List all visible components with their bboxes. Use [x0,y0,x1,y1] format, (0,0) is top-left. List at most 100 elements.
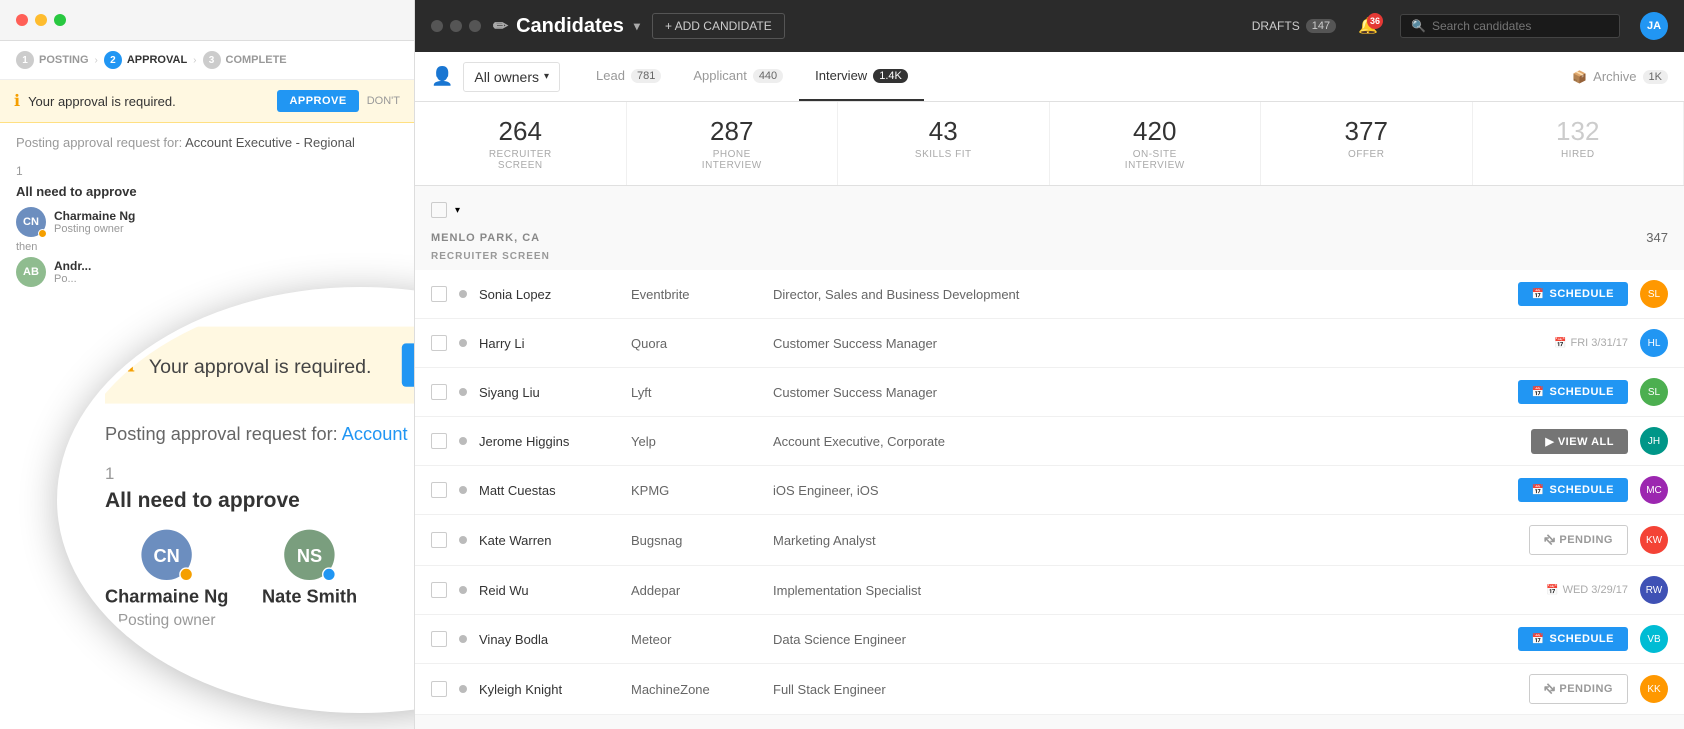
owner-name-cn: Charmaine Ng [54,209,135,223]
candidate-checkbox[interactable] [431,482,447,498]
tab-applicant[interactable]: Applicant 440 [677,52,799,101]
view-all-button[interactable]: ▶ VIEW ALL [1531,429,1628,454]
candidate-status-dot [459,685,467,693]
candidate-avatar: KW [1640,526,1668,554]
schedule-button[interactable]: 📅 SCHEDULE [1518,282,1628,306]
tab-applicant-count: 440 [753,69,783,83]
approval-banner-text-small: Your approval is required. [28,94,269,109]
magnify-approve-button[interactable]: APPROVE [402,343,415,386]
step-posting[interactable]: 1 POSTING [16,51,89,69]
schedule-button[interactable]: 📅 SCHEDULE [1518,380,1628,404]
owner-name-ab: Andr... [54,259,91,273]
candidate-role: Account Executive, Corporate [773,434,1486,449]
candidate-checkbox[interactable] [431,582,447,598]
candidate-role: Implementation Specialist [773,583,1486,598]
stat-recruiter-screen[interactable]: 264 RECRUITERSCREEN [415,102,627,185]
left-panel: 1 POSTING › 2 APPROVAL › 3 COMPLETE ℹ Yo… [0,0,415,729]
magnify-owner-ns: NS Nate Smith [262,530,357,607]
owner-info-cn: Charmaine Ng Posting owner [54,209,135,235]
stat-offer[interactable]: 377 OFFER [1261,102,1473,185]
stat-num-4: 377 [1345,116,1388,147]
magnify-step2-label: All need to approve [105,702,415,710]
candidate-checkbox[interactable] [431,433,447,449]
candidate-checkbox[interactable] [431,384,447,400]
candidates-list: Sonia Lopez Eventbrite Director, Sales a… [415,270,1684,715]
step-arrow-1: › [95,55,98,66]
candidate-name: Siyang Liu [479,385,619,400]
stat-onsite-interview[interactable]: 420 ON-SITEINTERVIEW [1050,102,1262,185]
minimize-dot [35,14,47,26]
magnify-owners: CN Charmaine Ng Posting owner NS Nate Sm… [105,530,415,629]
select-all-checkbox[interactable] [431,202,447,218]
user-avatar[interactable]: JA [1640,12,1668,40]
add-candidate-button[interactable]: + ADD CANDIDATE [652,13,785,39]
dont-button-small[interactable]: DON'T [367,95,400,107]
app-title[interactable]: ✏ Candidates ▾ [493,15,640,38]
table-row: Matt Cuestas KPMG iOS Engineer, iOS 📅 SC… [415,466,1684,515]
step-approval[interactable]: 2 APPROVAL [104,51,187,69]
magnify-avatar-ns: NS [284,530,334,580]
stat-phone-interview[interactable]: 287 PHONEINTERVIEW [627,102,839,185]
candidate-checkbox[interactable] [431,681,447,697]
tab-lead[interactable]: Lead 781 [580,52,677,101]
step-complete[interactable]: 3 COMPLETE [203,51,287,69]
candidate-checkbox[interactable] [431,286,447,302]
candidate-company: MachineZone [631,682,761,697]
drafts-label: DRAFTS [1252,19,1300,33]
candidate-company: Lyft [631,385,761,400]
approve-button-small[interactable]: APPROVE [277,90,358,112]
owner-row-ab: AB Andr... Po... [16,257,398,287]
candidate-role: Marketing Analyst [773,533,1486,548]
candidate-status-dot [459,437,467,445]
candidate-role: Full Stack Engineer [773,682,1486,697]
owners-dropdown[interactable]: All owners ▾ [463,62,560,92]
candidate-action: ⇄ PENDING [1498,525,1628,555]
candidate-company: Quora [631,336,761,351]
candidate-company: Addepar [631,583,761,598]
search-candidates-container[interactable]: 🔍 [1400,14,1620,38]
candidate-action: 📅 FRI 3/31/17 [1498,337,1628,349]
table-row: Reid Wu Addepar Implementation Specialis… [415,566,1684,615]
avatar-cn-status [38,229,47,238]
step-label-complete: COMPLETE [226,54,287,66]
avatar-cn: CN [16,207,46,237]
search-candidates-input[interactable] [1432,19,1609,33]
pending-button[interactable]: ⇄ PENDING [1529,674,1628,704]
candidate-checkbox[interactable] [431,631,447,647]
notifications-button[interactable]: 🔔 36 [1358,16,1378,36]
candidate-name: Kyleigh Knight [479,682,619,697]
candidate-avatar: MC [1640,476,1668,504]
candidate-checkbox[interactable] [431,335,447,351]
candidate-checkbox[interactable] [431,532,447,548]
candidate-avatar: RW [1640,576,1668,604]
title-chevron-icon: ▾ [634,19,640,33]
stat-hired[interactable]: 132 HIRED [1473,102,1684,185]
candidate-name: Kate Warren [479,533,619,548]
dropdown-icon[interactable]: ▾ [455,205,460,216]
archive-tab[interactable]: 📦 Archive 1K [1572,69,1668,84]
step-label-posting: POSTING [39,54,89,66]
add-candidate-label: + ADD CANDIDATE [665,19,772,33]
schedule-button[interactable]: 📅 SCHEDULE [1518,478,1628,502]
info-icon: ℹ [14,91,20,111]
magnify-overlay: ℹ Your approval is required. APPROVE DON… [60,290,415,710]
tab-interview[interactable]: Interview 1.4K [799,52,924,101]
section-num: 1 [16,164,398,178]
top-bar: ✏ Candidates ▾ + ADD CANDIDATE DRAFTS 14… [415,0,1684,52]
candidate-avatar: JH [1640,427,1668,455]
candidate-status-dot [459,486,467,494]
posting-title-value: Account Executive - Regional [185,135,355,150]
schedule-button[interactable]: 📅 SCHEDULE [1518,627,1628,651]
candidate-name: Matt Cuestas [479,483,619,498]
candidates-area: ▾ MENLO PARK, CA 347 RECRUITER SCREEN So… [415,186,1684,729]
candidate-avatar: SL [1640,280,1668,308]
search-icon: 🔍 [1411,19,1426,33]
tab-lead-count: 781 [631,69,661,83]
pending-button[interactable]: ⇄ PENDING [1529,525,1628,555]
drafts-badge: DRAFTS 147 [1252,19,1336,33]
stat-skills-fit[interactable]: 43 SKILLS FIT [838,102,1050,185]
archive-label: Archive [1593,69,1636,84]
magnify-owner-role-cn: Posting owner [118,612,216,629]
candidate-action: 📅 WED 3/29/17 [1498,584,1628,596]
right-maximize-dot [469,20,481,32]
